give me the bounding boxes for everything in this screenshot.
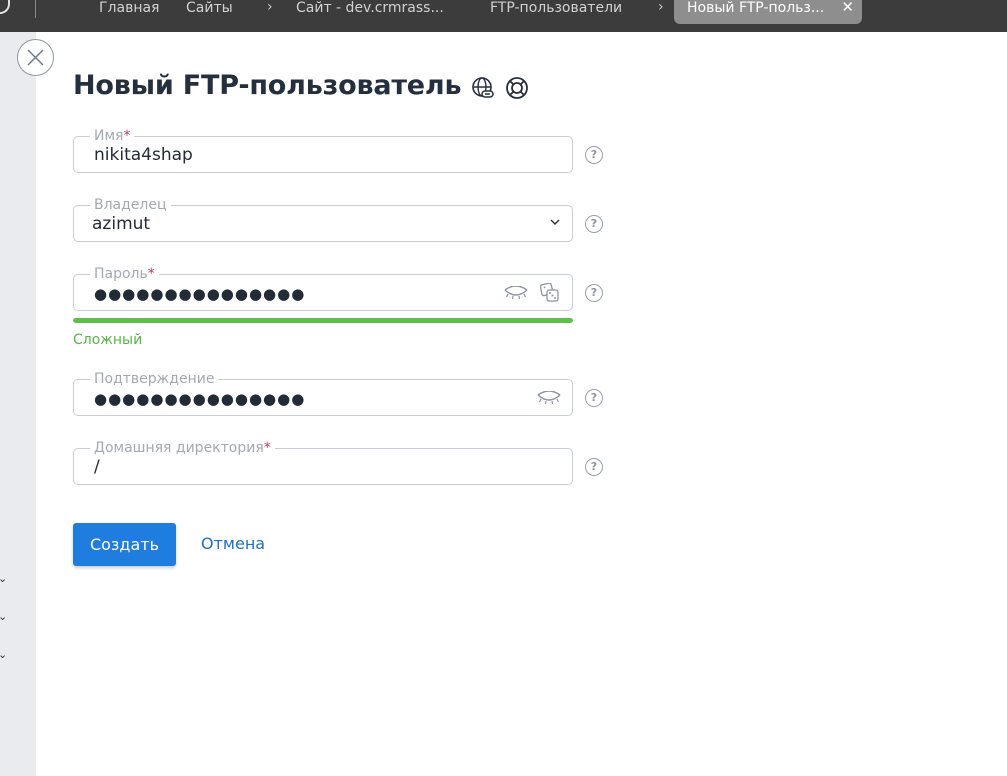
breadcrumb-ftp-users[interactable]: FTP-пользователи (490, 0, 622, 22)
owner-select[interactable]: Владелец azimut (73, 196, 573, 242)
chevron-down-icon[interactable] (550, 217, 560, 227)
breadcrumb-site[interactable]: Сайт - dev.crmrass... (296, 0, 444, 22)
chevron-right-icon: › (658, 0, 664, 15)
help-icon[interactable]: ? (585, 458, 603, 476)
confirm-label: Подтверждение (90, 370, 219, 388)
name-input[interactable]: nikita4shap (94, 145, 193, 165)
breadcrumb-current-label: Новый FTP-польз... (687, 0, 825, 16)
help-icon[interactable]: ? (585, 146, 603, 164)
confirm-password-field[interactable]: Подтверждение ●●●●●●●●●●●●●●● (73, 370, 573, 416)
chevron-down-icon[interactable]: ⌄ (0, 573, 10, 585)
eye-closed-icon[interactable] (504, 286, 528, 300)
lifebuoy-icon[interactable] (505, 76, 529, 100)
home-directory-label: Домашняя директория* (90, 439, 275, 457)
breadcrumb-bar: Главная Сайты › Сайт - dev.crmrass... FT… (0, 0, 1007, 32)
cancel-link[interactable]: Отмена (201, 534, 265, 554)
help-icon[interactable]: ? (585, 389, 603, 407)
owner-label: Владелец (90, 196, 171, 214)
password-field[interactable]: Пароль* ●●●●●●●●●●●●●●● (73, 265, 573, 311)
name-label: Имя* (90, 127, 135, 145)
close-tab-icon[interactable]: ✕ (841, 0, 854, 15)
chevron-down-icon[interactable]: ⌄ (0, 611, 10, 623)
breadcrumb-home[interactable]: Главная (99, 0, 159, 22)
confirm-input[interactable]: ●●●●●●●●●●●●●●● (94, 389, 305, 409)
left-sidebar: ⌄ ⌄ ⌄ (0, 32, 36, 776)
create-button[interactable]: Создать (73, 523, 176, 566)
home-directory-input[interactable]: / (94, 457, 100, 477)
close-panel-button[interactable] (17, 39, 54, 76)
home-directory-field[interactable]: Домашняя директория* / (73, 439, 573, 485)
owner-value: azimut (92, 214, 151, 234)
password-label: Пароль* (90, 265, 159, 283)
globe-link-icon[interactable] (471, 76, 495, 100)
chevron-right-icon: › (267, 0, 273, 15)
password-input[interactable]: ●●●●●●●●●●●●●●● (94, 284, 305, 304)
chevron-down-icon[interactable]: ⌄ (0, 649, 10, 661)
close-icon (27, 49, 44, 66)
eye-closed-icon[interactable] (537, 391, 561, 405)
breadcrumb-sites[interactable]: Сайты (186, 0, 233, 22)
refresh-icon[interactable] (0, 0, 10, 14)
password-strength-fill (73, 318, 573, 323)
name-field[interactable]: Имя* nikita4shap (73, 127, 573, 173)
help-icon[interactable]: ? (585, 284, 603, 302)
password-strength-text: Сложный (73, 332, 143, 348)
help-icon[interactable]: ? (585, 215, 603, 233)
page-title: Новый FTP-пользователь (73, 70, 462, 101)
divider (35, 0, 36, 18)
generate-password-icon[interactable] (540, 283, 560, 303)
breadcrumb-current[interactable]: Новый FTP-польз... ✕ (674, 0, 862, 24)
password-strength-bar (73, 318, 573, 323)
